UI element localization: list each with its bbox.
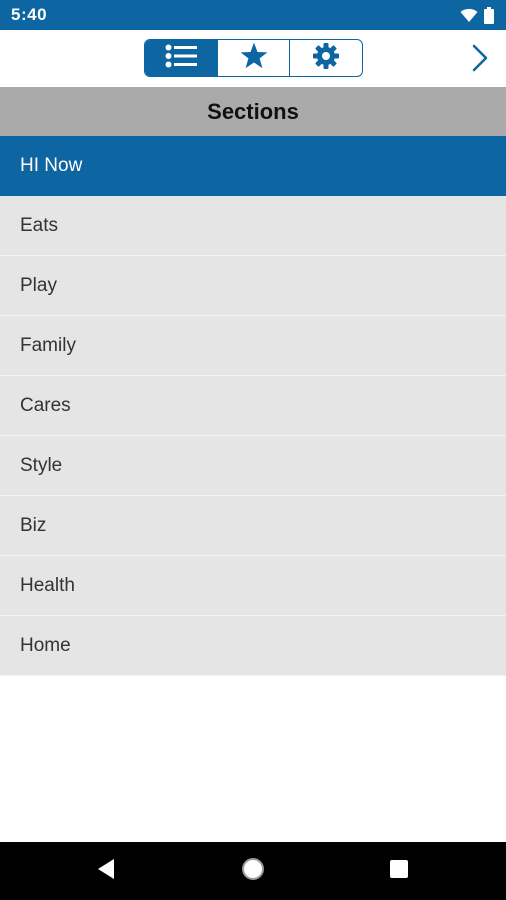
list-item-label: Style xyxy=(20,454,63,476)
list-item-label: Home xyxy=(20,634,71,656)
recents-button[interactable] xyxy=(384,856,414,886)
status-icons xyxy=(460,6,494,24)
home-button[interactable] xyxy=(238,856,268,886)
chevron-right-icon xyxy=(472,44,488,77)
gear-icon xyxy=(312,42,340,75)
list-item[interactable]: Style xyxy=(0,436,506,496)
list-item-label: Eats xyxy=(20,214,59,236)
list-item[interactable]: Eats xyxy=(0,196,506,256)
tab-settings[interactable] xyxy=(289,40,362,76)
list-item[interactable]: Cares xyxy=(0,376,506,436)
list-icon xyxy=(165,44,197,73)
home-icon xyxy=(240,856,266,887)
list-item-label: Play xyxy=(20,274,57,296)
back-button[interactable] xyxy=(91,856,121,886)
recents-icon xyxy=(389,859,409,884)
navigation-bar xyxy=(0,842,506,900)
list-item[interactable]: Play xyxy=(0,256,506,316)
battery-icon xyxy=(484,6,494,24)
list-item[interactable]: HI Now xyxy=(0,136,506,196)
list-item[interactable]: Home xyxy=(0,616,506,676)
list-item[interactable]: Biz xyxy=(0,496,506,556)
list-item-label: Cares xyxy=(20,394,71,416)
toolbar xyxy=(0,30,506,87)
list-item-label: Biz xyxy=(20,514,47,536)
list-item-label: Health xyxy=(20,574,75,596)
view-switcher xyxy=(144,39,363,77)
tab-sections[interactable] xyxy=(145,40,217,76)
list-item[interactable]: Health xyxy=(0,556,506,616)
back-icon xyxy=(96,858,116,885)
status-time: 5:40 xyxy=(11,5,48,24)
list-item[interactable]: Family xyxy=(0,316,506,376)
section-header: Sections xyxy=(0,87,506,136)
section-list: HI Now Eats Play Family Cares Style Biz … xyxy=(0,136,506,676)
forward-button[interactable] xyxy=(466,44,494,77)
tab-favorites[interactable] xyxy=(216,40,290,76)
list-item-label: Family xyxy=(20,334,76,356)
page-title: Sections xyxy=(207,98,299,124)
wifi-icon xyxy=(460,8,478,23)
status-bar: 5:40 xyxy=(0,0,506,30)
star-icon xyxy=(240,42,268,74)
list-item-label: HI Now xyxy=(20,154,83,176)
screen: 5:40 Sections HI Now Eats Play Family Ca… xyxy=(0,0,506,900)
